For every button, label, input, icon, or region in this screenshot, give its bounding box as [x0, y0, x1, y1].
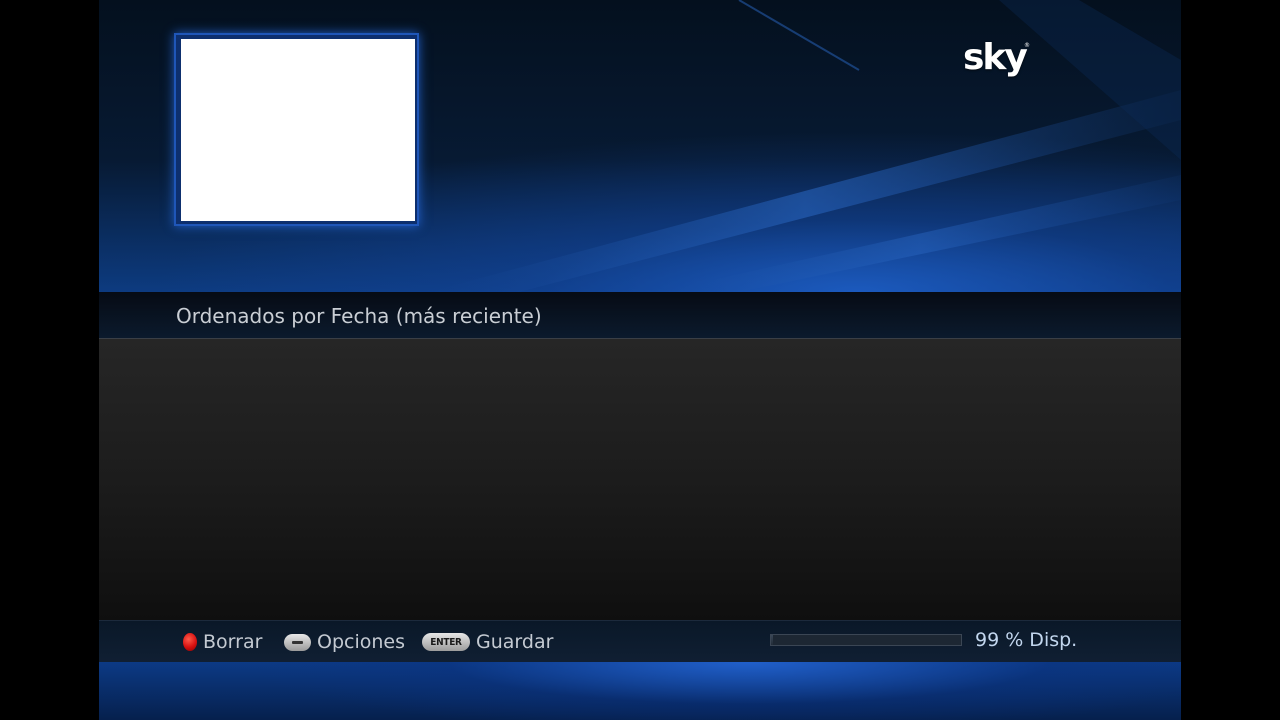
recording-preview-frame: [174, 33, 419, 226]
sky-registered-mark: ®: [1024, 42, 1030, 49]
sort-bar: Ordenados por Fecha (más reciente): [99, 292, 1181, 339]
pvr-screen: sky ® Ordenados por Fecha (más reciente)…: [99, 0, 1181, 720]
hint-label: Borrar: [203, 631, 263, 653]
hint-opciones[interactable]: Opciones: [284, 630, 405, 654]
recording-preview-image: [181, 39, 415, 221]
sky-logo: sky: [963, 37, 1028, 78]
minus-button-icon: [284, 633, 311, 651]
storage-bar: [770, 634, 962, 646]
footer-background: [99, 662, 1181, 720]
enter-button-icon: ENTER: [422, 633, 470, 651]
hint-label: Guardar: [476, 631, 554, 653]
footer-bar: Borrar Opciones ENTER Guardar 99 % Disp.: [99, 620, 1181, 663]
storage-bar-fill: [771, 635, 773, 645]
storage-available-text: 99 % Disp.: [975, 629, 1078, 651]
hint-borrar[interactable]: Borrar: [183, 630, 262, 654]
red-button-icon: [183, 633, 197, 651]
hint-label: Opciones: [317, 631, 405, 653]
recordings-list[interactable]: [99, 339, 1181, 620]
header-background: sky ®: [99, 0, 1181, 292]
hint-guardar[interactable]: ENTER Guardar: [422, 630, 553, 654]
sort-order-label: Ordenados por Fecha (más reciente): [176, 304, 542, 328]
